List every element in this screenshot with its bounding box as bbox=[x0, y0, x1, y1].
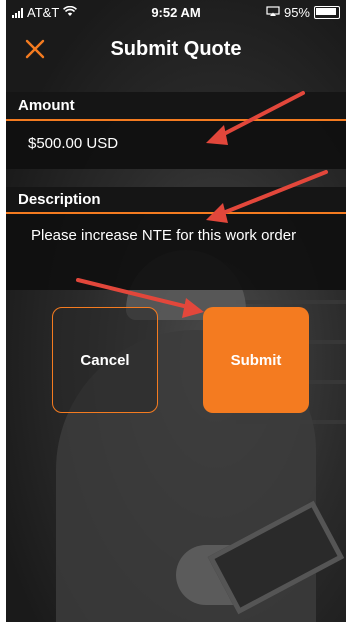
annotation-arrow bbox=[76, 278, 204, 318]
annotation-arrow bbox=[206, 91, 305, 145]
annotation-arrow bbox=[206, 170, 328, 223]
annotation-arrows bbox=[76, 91, 328, 318]
phone-screen: AT&T 9:52 AM 95% Submit Quote Amount $50… bbox=[6, 0, 346, 622]
